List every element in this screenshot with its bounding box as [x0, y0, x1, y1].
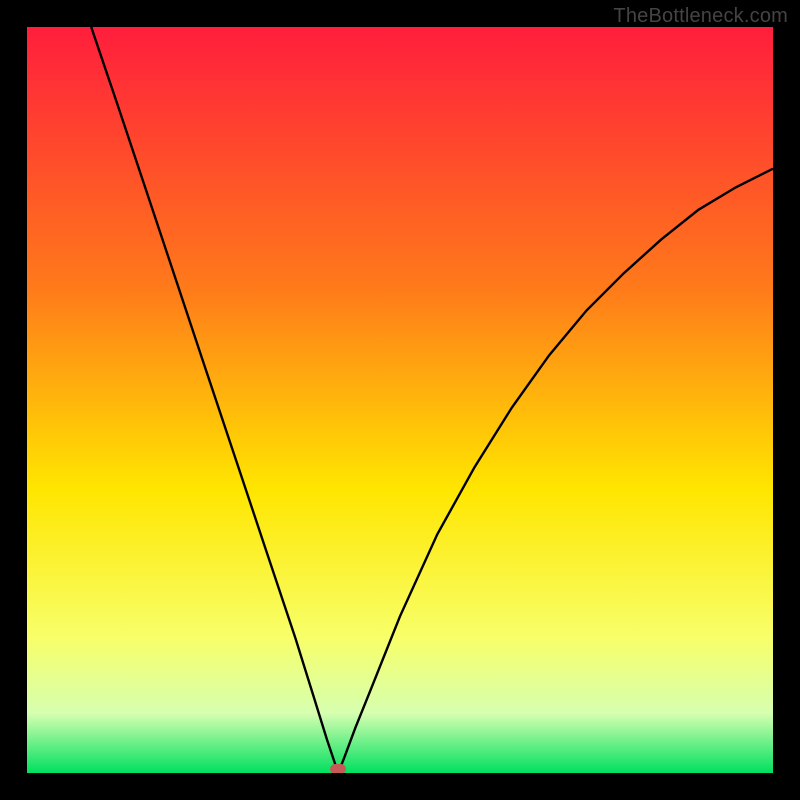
chart-frame: TheBottleneck.com	[0, 0, 800, 800]
watermark-text: TheBottleneck.com	[613, 5, 788, 28]
bottleneck-curve	[27, 27, 773, 773]
curve-left-branch	[91, 27, 338, 773]
curve-right-branch	[338, 169, 773, 773]
optimal-point-marker	[330, 764, 346, 773]
plot-area	[27, 27, 773, 773]
